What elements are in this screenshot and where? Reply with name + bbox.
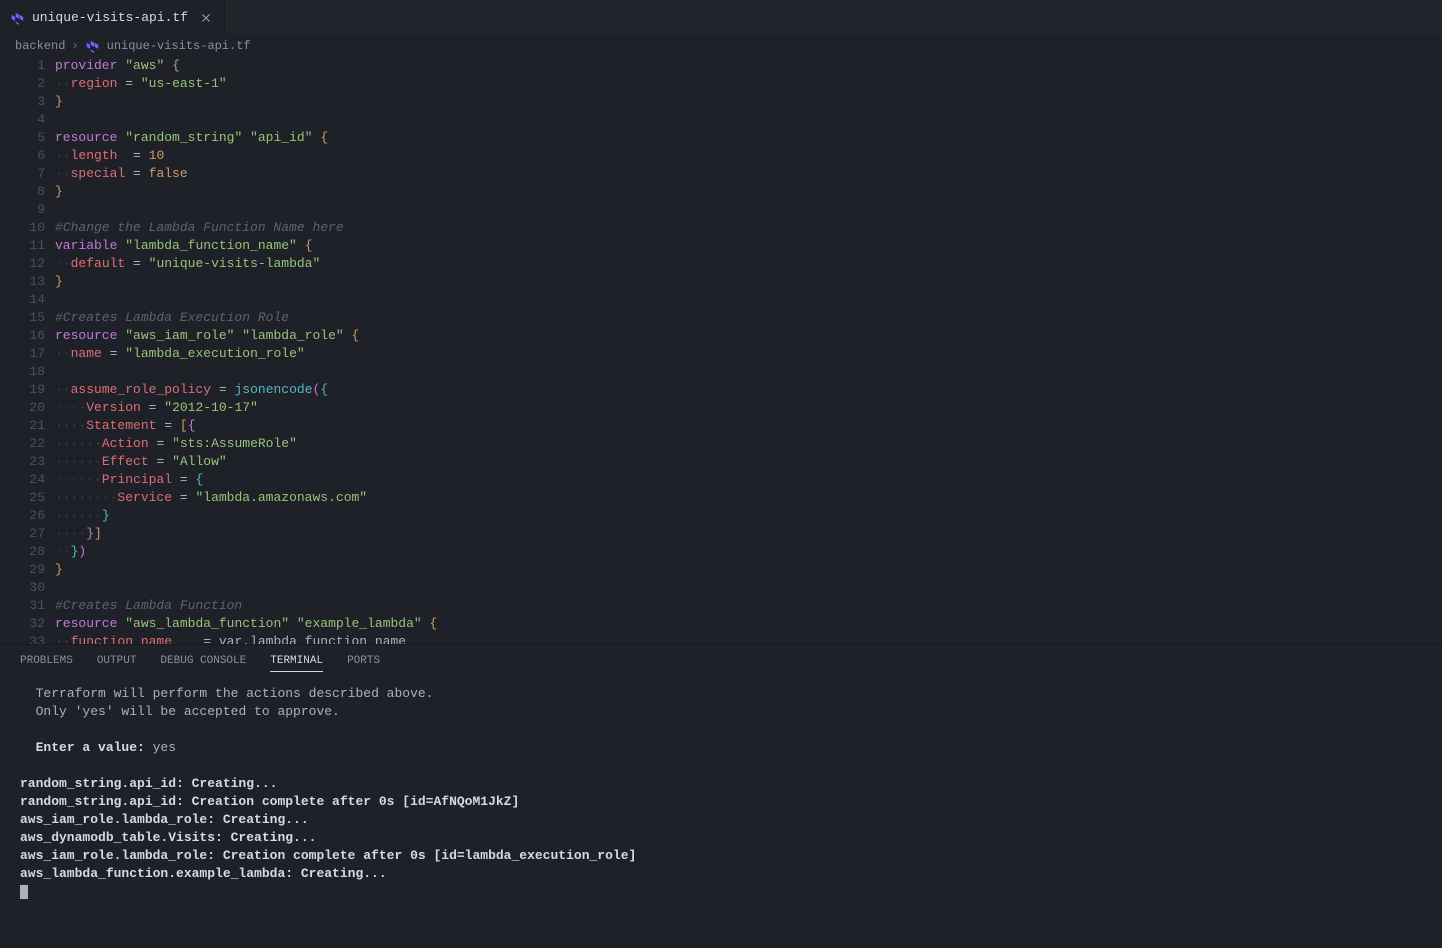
terminal-line: aws_lambda_function.example_lambda: Crea…: [20, 865, 1422, 883]
code-line[interactable]: }: [55, 561, 1442, 579]
code-line[interactable]: ··length = 10: [55, 147, 1442, 165]
code-line[interactable]: ····Statement = [{: [55, 417, 1442, 435]
panel-tab-terminal[interactable]: TERMINAL: [270, 651, 323, 672]
code-line[interactable]: ··function_name = var.lambda_function_na…: [55, 633, 1442, 644]
code-line[interactable]: [55, 111, 1442, 129]
tab-bar: unique-visits-api.tf: [0, 0, 1442, 35]
code-line[interactable]: #Change the Lambda Function Name here: [55, 219, 1442, 237]
bottom-panel: PROBLEMS OUTPUT DEBUG CONSOLE TERMINAL PORTS…: [0, 644, 1442, 948]
code-line[interactable]: [55, 579, 1442, 597]
panel-tabs: PROBLEMS OUTPUT DEBUG CONSOLE TERMINAL PORTS: [0, 645, 1442, 677]
code-line[interactable]: variable "lambda_function_name" {: [55, 237, 1442, 255]
chevron-right-icon: ›: [71, 39, 78, 53]
close-icon[interactable]: [198, 10, 214, 26]
code-line[interactable]: ··}): [55, 543, 1442, 561]
terminal-line: [20, 757, 1422, 775]
line-numbers: 1234567891011121314151617181920212223242…: [0, 57, 55, 644]
breadcrumb-folder: backend: [15, 39, 65, 53]
code-line[interactable]: [55, 363, 1442, 381]
code-content[interactable]: provider "aws" {··region = "us-east-1"} …: [55, 57, 1442, 644]
code-line[interactable]: ····Version = "2012-10-17": [55, 399, 1442, 417]
code-line[interactable]: ········Service = "lambda.amazonaws.com": [55, 489, 1442, 507]
code-line[interactable]: ··region = "us-east-1": [55, 75, 1442, 93]
code-line[interactable]: }: [55, 93, 1442, 111]
terminal-line: aws_iam_role.lambda_role: Creation compl…: [20, 847, 1422, 865]
code-line[interactable]: provider "aws" {: [55, 57, 1442, 75]
code-line[interactable]: ··special = false: [55, 165, 1442, 183]
panel-tab-problems[interactable]: PROBLEMS: [20, 651, 73, 671]
terminal-line: aws_dynamodb_table.Visits: Creating...: [20, 829, 1422, 847]
terminal-line: Only 'yes' will be accepted to approve.: [20, 703, 1422, 721]
panel-tab-output[interactable]: OUTPUT: [97, 651, 137, 671]
code-line[interactable]: ··assume_role_policy = jsonencode({: [55, 381, 1442, 399]
terminal-output[interactable]: Terraform will perform the actions descr…: [0, 677, 1442, 948]
terminal-line: random_string.api_id: Creation complete …: [20, 793, 1422, 811]
terraform-icon: [85, 38, 101, 54]
terminal-line: aws_iam_role.lambda_role: Creating...: [20, 811, 1422, 829]
code-line[interactable]: }: [55, 183, 1442, 201]
code-line[interactable]: resource "aws_iam_role" "lambda_role" {: [55, 327, 1442, 345]
code-line[interactable]: ······Effect = "Allow": [55, 453, 1442, 471]
code-line[interactable]: ······Principal = {: [55, 471, 1442, 489]
tab-filename: unique-visits-api.tf: [32, 10, 188, 25]
terminal-line: Terraform will perform the actions descr…: [20, 685, 1422, 703]
code-line[interactable]: resource "aws_lambda_function" "example_…: [55, 615, 1442, 633]
terminal-line: random_string.api_id: Creating...: [20, 775, 1422, 793]
terminal-line: [20, 721, 1422, 739]
code-line[interactable]: ······}: [55, 507, 1442, 525]
code-line[interactable]: resource "random_string" "api_id" {: [55, 129, 1442, 147]
code-line[interactable]: ··default = "unique-visits-lambda": [55, 255, 1442, 273]
code-line[interactable]: ······Action = "sts:AssumeRole": [55, 435, 1442, 453]
terraform-icon: [10, 10, 26, 26]
terminal-line: Enter a value: yes: [20, 739, 1422, 757]
code-line[interactable]: #Creates Lambda Function: [55, 597, 1442, 615]
panel-tab-ports[interactable]: PORTS: [347, 651, 380, 671]
panel-tab-debug-console[interactable]: DEBUG CONSOLE: [160, 651, 246, 671]
code-line[interactable]: ··name = "lambda_execution_role": [55, 345, 1442, 363]
terminal-cursor: [20, 885, 28, 899]
code-line[interactable]: #Creates Lambda Execution Role: [55, 309, 1442, 327]
code-line[interactable]: ····}]: [55, 525, 1442, 543]
code-line[interactable]: }: [55, 273, 1442, 291]
editor[interactable]: 1234567891011121314151617181920212223242…: [0, 57, 1442, 644]
code-line[interactable]: [55, 201, 1442, 219]
breadcrumb-file: unique-visits-api.tf: [107, 39, 251, 53]
file-tab[interactable]: unique-visits-api.tf: [0, 0, 225, 35]
breadcrumb[interactable]: backend › unique-visits-api.tf: [0, 35, 1442, 57]
code-line[interactable]: [55, 291, 1442, 309]
